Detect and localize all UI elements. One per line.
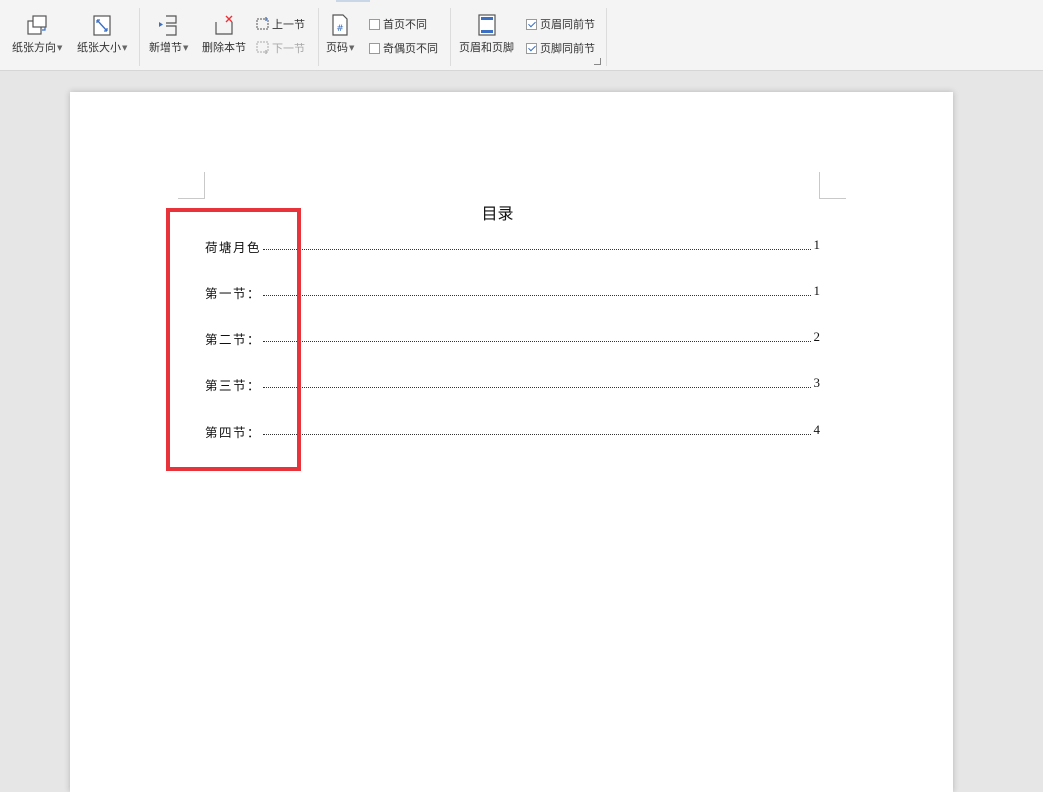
paper-size-button[interactable]: 纸张大小▼ (77, 14, 127, 55)
ribbon-toolbar: 纸张方向▼ 纸张大小▼ 新增节▼ 删除本节 上一节 下一节 # 页码▼ 首页不同… (0, 0, 1043, 71)
odd-even-different-checkbox[interactable]: 奇偶页不同 (369, 40, 438, 56)
next-section-icon (256, 41, 269, 54)
document-page[interactable]: 目录 荷塘月色 1 第一节： 1 第二节： 2 第三节： 3 第四节： 4 (70, 92, 953, 792)
active-tab-indicator (336, 0, 370, 2)
toc-title-text: 目录 (481, 204, 514, 223)
checkbox-checked-icon (526, 19, 537, 30)
footer-same-as-previous-label: 页脚同前节 (540, 42, 595, 55)
paper-size-icon (93, 15, 111, 36)
page-number-label: 页码 (326, 41, 348, 54)
ribbon-separator (606, 8, 607, 66)
header-footer-button[interactable]: 页眉和页脚 (459, 14, 514, 55)
footer-same-as-previous-checkbox[interactable]: 页脚同前节 (526, 40, 595, 56)
dropdown-caret-icon: ▼ (349, 44, 355, 52)
previous-section-icon (256, 17, 269, 30)
page-number-icon: # (332, 14, 348, 36)
dialog-launcher-icon[interactable] (594, 58, 601, 65)
page-number-button[interactable]: # 页码▼ (326, 14, 354, 55)
highlight-annotation-box (166, 208, 301, 471)
header-footer-icon (477, 14, 496, 36)
first-page-different-checkbox[interactable]: 首页不同 (369, 16, 427, 32)
header-footer-label: 页眉和页脚 (459, 41, 514, 54)
toc-dot-leader (263, 434, 811, 435)
next-section-button[interactable]: 下一节 (256, 40, 305, 56)
checkbox-unchecked-icon (369, 19, 380, 30)
dropdown-caret-icon: ▼ (122, 44, 128, 52)
ribbon-separator (318, 8, 319, 66)
dropdown-caret-icon: ▼ (183, 44, 189, 52)
margin-corner-mark (819, 172, 846, 199)
paper-orientation-button[interactable]: 纸张方向▼ (12, 14, 62, 55)
checkbox-unchecked-icon (369, 43, 380, 54)
add-section-icon (158, 15, 177, 36)
add-section-button[interactable]: 新增节▼ (149, 14, 188, 55)
paper-size-label: 纸张大小 (77, 41, 121, 54)
header-same-as-previous-checkbox[interactable]: 页眉同前节 (526, 16, 595, 32)
toc-entry-page: 4 (813, 422, 821, 437)
paper-orientation-label: 纸张方向 (12, 41, 56, 54)
odd-even-different-label: 奇偶页不同 (383, 42, 438, 55)
toc-dot-leader (263, 387, 811, 388)
previous-section-button[interactable]: 上一节 (256, 16, 305, 32)
margin-corner-mark (178, 172, 205, 199)
delete-section-icon (215, 15, 233, 35)
paper-orientation-icon (27, 15, 47, 35)
toc-dot-leader (263, 341, 811, 342)
dropdown-caret-icon: ▼ (57, 44, 63, 52)
ribbon-separator (139, 8, 140, 66)
delete-section-label: 删除本节 (202, 41, 246, 54)
toc-entry-page: 2 (813, 329, 821, 344)
toc-entry-page: 1 (813, 237, 821, 252)
add-section-label: 新增节 (149, 41, 182, 54)
ribbon-separator (450, 8, 451, 66)
next-section-label: 下一节 (272, 42, 305, 55)
previous-section-label: 上一节 (272, 18, 305, 31)
header-same-as-previous-label: 页眉同前节 (540, 18, 595, 31)
toc-entry-page: 3 (813, 375, 821, 390)
first-page-different-label: 首页不同 (383, 18, 427, 31)
toc-dot-leader (263, 249, 811, 250)
toc-entry-page: 1 (813, 283, 821, 298)
checkbox-checked-icon (526, 43, 537, 54)
svg-text:#: # (336, 24, 344, 34)
delete-section-button[interactable]: 删除本节 (202, 14, 246, 55)
toc-dot-leader (263, 295, 811, 296)
